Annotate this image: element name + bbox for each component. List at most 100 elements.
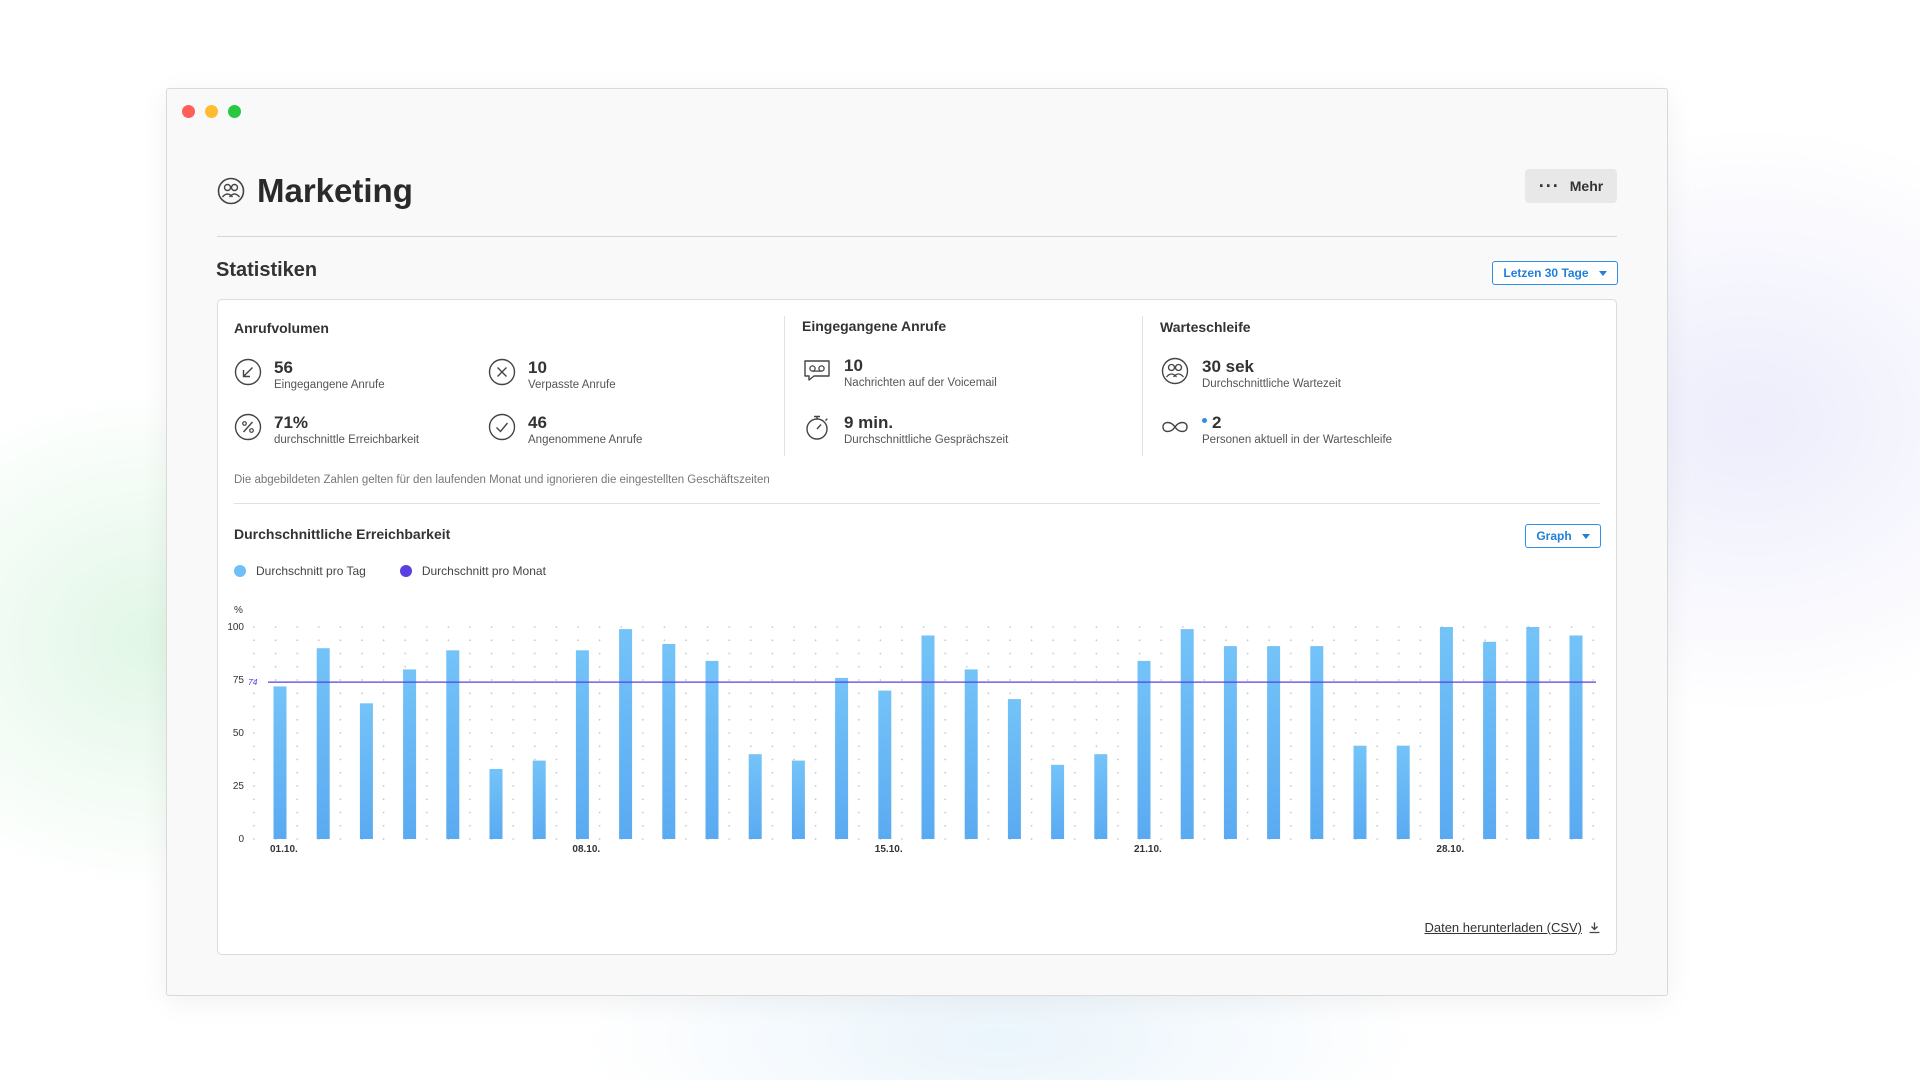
download-csv-link[interactable]: Daten herunterladen (CSV) (1424, 920, 1601, 935)
chart-bar (1180, 629, 1194, 839)
stopwatch-icon (806, 415, 828, 440)
grid-dot (1073, 718, 1076, 721)
grid-dot (749, 745, 752, 748)
grid-dot (1052, 692, 1055, 695)
grid-dot (1376, 745, 1379, 748)
grid-dot (771, 798, 774, 801)
incoming-title: Eingegangene Anrufe (802, 318, 947, 334)
call-volume-title: Anrufvolumen (234, 320, 329, 336)
grid-dot (1117, 692, 1119, 695)
more-button[interactable]: ··· Mehr (1525, 169, 1617, 203)
grid-dot (1419, 771, 1422, 774)
grid-dot (901, 626, 903, 628)
grid-dot (1160, 705, 1163, 708)
grid-dot (598, 705, 601, 708)
chart-bar (1267, 646, 1281, 839)
grid-dot (1419, 665, 1422, 668)
grid-dot (641, 732, 644, 734)
grid-dot (965, 652, 968, 655)
chart-view-select[interactable]: Graph (1525, 524, 1601, 548)
download-csv-label: Daten herunterladen (CSV) (1424, 920, 1582, 935)
grid-dot (901, 745, 903, 748)
grid-dot (814, 811, 817, 814)
grid-dot (1549, 811, 1551, 814)
grid-dot (425, 626, 428, 628)
grid-dot (771, 705, 774, 708)
grid-dot (814, 785, 817, 787)
grid-dot (339, 652, 342, 655)
grid-dot (598, 692, 601, 695)
grid-dot (1419, 679, 1422, 681)
grid-dot (469, 705, 471, 708)
average-line-label: 74 (248, 677, 258, 687)
grid-dot (1117, 745, 1119, 748)
grid-dot (1505, 811, 1508, 814)
grid-dot (1484, 626, 1487, 628)
grid-dot (1354, 679, 1357, 681)
grid-dot (1505, 705, 1508, 708)
minimize-window-button[interactable] (205, 105, 218, 118)
grid-dot (555, 718, 558, 721)
grid-dot (944, 745, 947, 748)
grid-dot (382, 745, 385, 748)
grid-dot (1030, 838, 1033, 840)
grid-dot (901, 824, 903, 827)
close-window-button[interactable] (182, 105, 195, 118)
grid-dot (1203, 665, 1206, 668)
zoom-window-button[interactable] (228, 105, 241, 118)
grid-dot (1203, 771, 1206, 774)
grid-dot (1073, 652, 1076, 655)
grid-dot (339, 665, 342, 668)
grid-dot (944, 679, 947, 681)
grid-dot (901, 652, 903, 655)
grid-dot (469, 838, 471, 840)
grid-dot (1160, 732, 1163, 734)
grid-dot (1117, 626, 1119, 628)
grid-dot (1505, 745, 1508, 748)
grid-dot (512, 626, 515, 628)
grid-dot (1246, 758, 1249, 761)
grid-dot (728, 639, 731, 642)
queue-title: Warteschleife (1160, 319, 1251, 335)
grid-dot (1052, 679, 1055, 681)
grid-dot (555, 626, 558, 628)
y-tick-label: 75 (233, 675, 245, 686)
grid-dot (425, 692, 428, 695)
grid-dot (512, 824, 515, 827)
grid-dot (274, 639, 277, 642)
grid-dot (382, 718, 385, 721)
grid-dot (490, 652, 493, 655)
grid-dot (274, 679, 277, 681)
grid-dot (1376, 679, 1379, 681)
grid-dot (987, 771, 990, 774)
grid-dot (555, 692, 558, 695)
grid-dot (1095, 679, 1098, 681)
legend-item-monthly: Durchschnitt pro Monat (399, 564, 546, 578)
grid-dot (641, 811, 644, 814)
grid-dot (1246, 811, 1249, 814)
y-tick-label: 25 (233, 781, 245, 792)
grid-dot (1095, 626, 1098, 628)
grid-dot (1333, 824, 1335, 827)
chart-bar (1137, 660, 1151, 839)
date-range-select[interactable]: Letzen 30 Tage (1492, 261, 1618, 285)
grid-dot (296, 692, 299, 695)
grid-dot (1289, 758, 1292, 761)
stat-value: 9 min. (844, 413, 894, 432)
grid-dot (965, 639, 968, 642)
grid-dot (533, 652, 536, 655)
grid-dot (1376, 692, 1379, 695)
grid-dot (361, 639, 363, 642)
grid-dot (274, 665, 277, 668)
grid-dot (641, 626, 644, 628)
grid-dot (1549, 652, 1551, 655)
grid-dot (512, 785, 515, 787)
grid-dot (706, 652, 709, 655)
grid-dot (253, 838, 255, 840)
grid-dot (1462, 824, 1465, 827)
grid-dot (857, 771, 860, 774)
grid-dot (1462, 771, 1465, 774)
grid-dot (382, 771, 385, 774)
grid-dot (425, 679, 428, 681)
chart-bar (662, 644, 676, 839)
